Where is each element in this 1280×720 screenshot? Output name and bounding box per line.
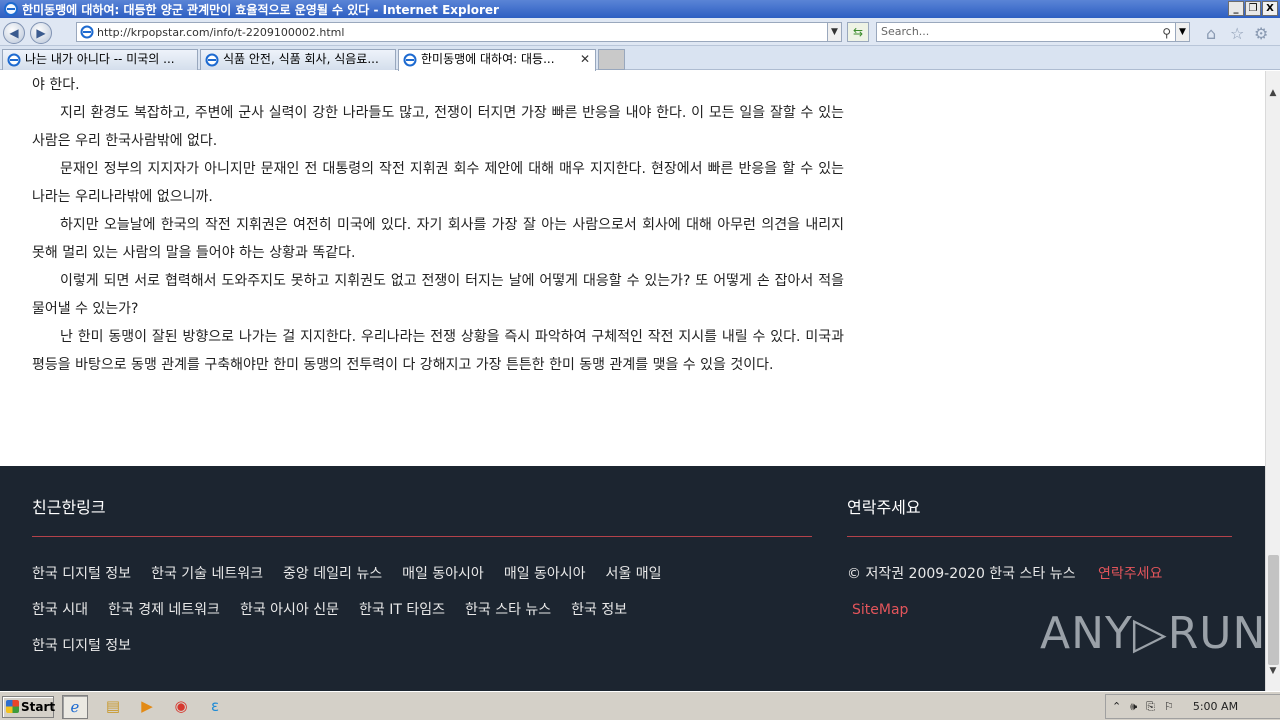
site-footer: 친근한링크 연락주세요 한국 디지털 정보 한국 기술 네트워크 중앙 데일리 뉴스… — [0, 466, 1265, 691]
copyright-text: © 저작권 2009-2020 한국 스타 뉴스 — [847, 566, 1076, 582]
footer-link[interactable]: 한국 아시아 신문 — [240, 592, 339, 628]
article-paragraph: 문재인 정부의 지지자가 아니지만 문재인 전 대통령의 작전 지휘권 회수 제… — [32, 161, 844, 205]
restore-button[interactable]: ❐ — [1245, 1, 1261, 16]
back-button[interactable]: ◀ — [3, 22, 25, 44]
ie-tab-icon — [7, 53, 21, 67]
friendly-links-list: 한국 디지털 정보 한국 기술 네트워크 중앙 데일리 뉴스 매일 동아시아 매일 동아… — [32, 556, 822, 664]
volume-icon[interactable]: 🕪 — [1130, 700, 1137, 714]
tab-2[interactable]: 식품 안전, 식품 회사, 식음료... — [200, 49, 396, 70]
footer-link[interactable]: 매일 동아시아 — [504, 556, 586, 592]
close-window-button[interactable]: X — [1262, 1, 1278, 16]
footer-link[interactable]: 한국 디지털 정보 — [32, 556, 131, 592]
windows-taskbar: Start ℯ ▤ ▶ ◉ ε ⌃ 🕪 ⎘ ⚐ 5:00 AM — [0, 691, 1280, 720]
tray-expand-icon[interactable]: ⌃ — [1112, 700, 1121, 713]
contact-heading: 연락주세요 — [847, 498, 921, 517]
navigation-bar: ◀ ▶ http://krpopstar.com/info/t-22091000… — [0, 18, 1280, 46]
scrollbar-thumb[interactable] — [1268, 555, 1279, 665]
refresh-button[interactable]: ⇆ — [847, 22, 869, 42]
window-titlebar: 한미동맹에 대하여: 대등한 양군 관계만이 효율적으로 운영될 수 있다 - … — [0, 0, 1280, 18]
network-icon[interactable]: ⎘ — [1146, 700, 1155, 714]
tab-label: 한미동맹에 대하여: 대등... — [421, 52, 555, 66]
sitemap-link[interactable]: SiteMap — [852, 592, 908, 628]
contact-info: © 저작권 2009-2020 한국 스타 뉴스 연락주세요 — [847, 556, 1162, 592]
footer-divider — [32, 536, 812, 537]
tab-3-active[interactable]: 한미동맹에 대하여: 대등... ✕ — [398, 49, 596, 71]
tab-label: 식품 안전, 식품 회사, 식음료... — [223, 52, 379, 66]
footer-link[interactable]: 한국 시대 — [32, 592, 88, 628]
article-paragraph: 이렇게 되면 서로 협력해서 도와주지도 못하고 지휘권도 없고 전쟁이 터지는… — [32, 273, 844, 317]
new-tab-button[interactable] — [598, 49, 625, 70]
vertical-scrollbar[interactable]: ▲ ▼ — [1265, 71, 1280, 691]
tab-1[interactable]: 나는 내가 아니다 -- 미국의 ... — [2, 49, 198, 70]
tab-label: 나는 내가 아니다 -- 미국의 ... — [25, 52, 175, 66]
search-dropdown-button[interactable]: ▼ — [1175, 23, 1189, 41]
back-arrow-icon: ◀ — [9, 26, 19, 40]
home-icon[interactable]: ⌂ — [1206, 24, 1216, 43]
search-icon[interactable]: ⚲ — [1162, 24, 1171, 42]
address-bar[interactable]: http://krpopstar.com/info/t-2209100002.h… — [76, 22, 842, 42]
gear-icon[interactable]: ⚙ — [1254, 24, 1268, 43]
article-paragraph: 하지만 오늘날에 한국의 작전 지휘권은 여전히 미국에 있다. 자기 회사를 … — [32, 217, 844, 261]
start-button[interactable]: Start — [2, 696, 56, 718]
footer-divider — [847, 536, 1232, 537]
ie-tab-icon — [205, 53, 219, 67]
close-tab-icon[interactable]: ✕ — [580, 50, 590, 69]
footer-link[interactable]: 한국 기술 네트워크 — [151, 556, 263, 592]
footer-link[interactable]: 한국 스타 뉴스 — [465, 592, 551, 628]
friendly-links-heading: 친근한링크 — [32, 498, 106, 517]
taskbar-explorer-icon[interactable]: ▤ — [100, 695, 126, 719]
scroll-down-arrow-icon[interactable]: ▼ — [1266, 663, 1280, 679]
tab-bar: 나는 내가 아니다 -- 미국의 ... 식품 안전, 식품 회사, 식음료..… — [0, 46, 1280, 71]
contact-link[interactable]: 연락주세요 — [1098, 566, 1162, 582]
article-paragraph: 지리 환경도 복잡하고, 주변에 군사 실력이 강한 나라들도 많고, 전쟁이 … — [32, 105, 844, 149]
footer-link[interactable]: 매일 동아시아 — [402, 556, 484, 592]
footer-link[interactable]: 서울 매일 — [606, 556, 662, 592]
scroll-up-arrow-icon[interactable]: ▲ — [1266, 85, 1280, 101]
window-title: 한미동맹에 대하여: 대등한 양군 관계만이 효율적으로 운영될 수 있다 - … — [22, 2, 499, 17]
footer-link[interactable]: 한국 경제 네트워크 — [108, 592, 220, 628]
search-input[interactable]: Search... ⚲ ▼ — [876, 22, 1190, 42]
address-text: http://krpopstar.com/info/t-2209100002.h… — [97, 25, 345, 39]
clock[interactable]: 5:00 AM — [1193, 700, 1238, 713]
taskbar-edge-icon[interactable]: ε — [202, 695, 228, 719]
anyrun-watermark: ANY▷RUN — [1040, 608, 1265, 659]
action-center-flag-icon[interactable]: ⚐ — [1164, 700, 1174, 713]
system-tray: ⌃ 🕪 ⎘ ⚐ 5:00 AM — [1105, 694, 1280, 719]
footer-link[interactable]: 한국 IT 타임즈 — [359, 592, 445, 628]
taskbar-ie-icon[interactable]: ℯ — [62, 695, 88, 719]
minimize-button[interactable]: _ — [1228, 1, 1244, 16]
page-icon — [80, 25, 94, 39]
favorites-icon[interactable]: ☆ — [1230, 24, 1244, 43]
forward-arrow-icon: ▶ — [36, 26, 46, 40]
start-label: Start — [21, 700, 56, 714]
windows-logo-icon — [6, 700, 19, 713]
article-paragraph: 야 한다. — [32, 77, 80, 93]
taskbar-media-player-icon[interactable]: ▶ — [134, 695, 160, 719]
search-placeholder: Search... — [881, 25, 930, 38]
address-dropdown-button[interactable]: ▼ — [827, 23, 841, 41]
forward-button[interactable]: ▶ — [30, 22, 52, 44]
taskbar-chrome-icon[interactable]: ◉ — [168, 695, 194, 719]
internet-explorer-icon — [4, 2, 18, 16]
footer-link[interactable]: 중앙 데일리 뉴스 — [283, 556, 382, 592]
article-paragraph: 난 한미 동맹이 잘된 방향으로 나가는 걸 지지한다. 우리나라는 전쟁 상황… — [32, 329, 844, 373]
footer-link[interactable]: 한국 디지털 정보 — [32, 628, 131, 664]
article-body: 야 한다. 지리 환경도 복잡하고, 주변에 군사 실력이 강한 나라들도 많고… — [32, 71, 844, 379]
ie-tab-icon — [403, 53, 417, 67]
page-content: 야 한다. 지리 환경도 복잡하고, 주변에 군사 실력이 강한 나라들도 많고… — [0, 71, 1265, 691]
footer-link[interactable]: 한국 정보 — [571, 592, 627, 628]
